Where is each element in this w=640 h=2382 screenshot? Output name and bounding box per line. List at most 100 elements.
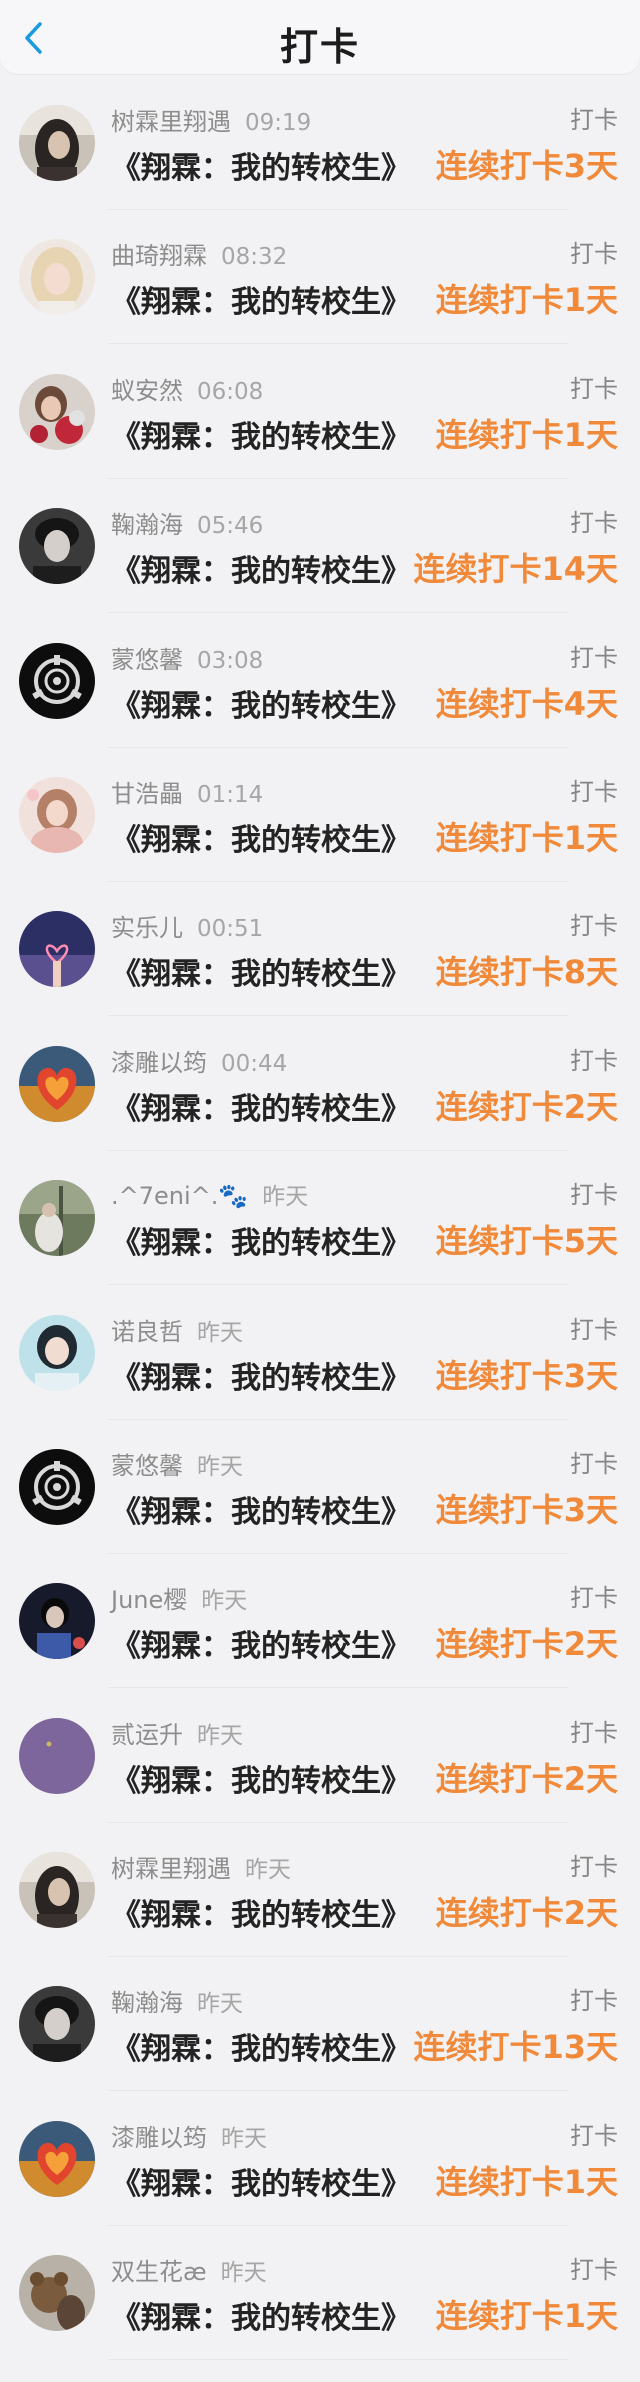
streak-label: 连续打卡13天 (413, 2028, 618, 2067)
user-name[interactable]: 贰运升 (111, 1721, 183, 1749)
book-title[interactable]: 《翔霖：我的转校生》 (111, 277, 411, 321)
checkin-time: 03:08 (197, 647, 264, 674)
avatar[interactable] (19, 1986, 95, 2063)
avatar[interactable] (19, 911, 95, 988)
user-name[interactable]: 实乐儿 (111, 914, 183, 942)
user-name[interactable]: 鞠瀚海 (111, 1989, 183, 2017)
divider (108, 2224, 568, 2226)
list-item[interactable]: 双生花æ 昨天 打卡 《翔霖：我的转校生》 连续打卡1天 (0, 2247, 640, 2381)
user-name[interactable]: 蚁安然 (111, 377, 183, 405)
avatar[interactable] (19, 642, 95, 719)
list-item[interactable]: 鞠瀚海 05:46 打卡 《翔霖：我的转校生》 连续打卡14天 (0, 500, 640, 634)
divider (108, 2090, 568, 2092)
list-item[interactable]: 树霖里翔遇 昨天 打卡 《翔霖：我的转校生》 连续打卡2天 (0, 1844, 640, 1978)
avatar[interactable] (19, 105, 95, 181)
book-title[interactable]: 《翔霖：我的转校生》 (111, 1756, 411, 1800)
list-item[interactable]: 贰运升 昨天 打卡 《翔霖：我的转校生》 连续打卡2天 (0, 1710, 640, 1844)
checkin-time: 昨天 (197, 1722, 243, 1749)
book-title[interactable]: 《翔霖：我的转校生》 (111, 2293, 411, 2337)
list-item[interactable]: 诺良哲 昨天 打卡 《翔霖：我的转校生》 连续打卡3天 (0, 1307, 640, 1441)
checkin-time: 00:44 (221, 1050, 288, 1077)
user-name[interactable]: 蒙悠馨 (111, 1452, 183, 1480)
avatar[interactable] (19, 1852, 95, 1929)
user-meta: .^7eni^.🐾 昨天 (111, 1177, 308, 1211)
streak-label: 连续打卡1天 (435, 415, 618, 454)
user-name[interactable]: 树霖里翔遇 (111, 1855, 231, 1883)
list-item[interactable]: 蚁安然 06:08 打卡 《翔霖：我的转校生》 连续打卡1天 (0, 366, 640, 500)
user-name[interactable]: 树霖里翔遇 (111, 108, 231, 136)
list-item[interactable]: 鞠瀚海 昨天 打卡 《翔霖：我的转校生》 连续打卡13天 (0, 1978, 640, 2112)
list-item[interactable]: 实乐儿 00:51 打卡 《翔霖：我的转校生》 连续打卡8天 (0, 903, 640, 1037)
book-title[interactable]: 《翔霖：我的转校生》 (111, 815, 411, 859)
user-name[interactable]: 诺良哲 (111, 1318, 183, 1346)
user-meta: 鞠瀚海 05:46 (111, 505, 263, 540)
user-meta: 蚁安然 06:08 (111, 371, 263, 406)
plain-purple-avatar-image (19, 1717, 95, 1794)
book-title[interactable]: 《翔霖：我的转校生》 (111, 1890, 411, 1934)
avatar[interactable] (19, 776, 95, 853)
list-item[interactable]: 曲琦翔霖 08:32 打卡 《翔霖：我的转校生》 连续打卡1天 (0, 231, 640, 365)
checkin-tag: 打卡 (570, 643, 618, 672)
book-title[interactable]: 《翔霖：我的转校生》 (111, 143, 411, 187)
book-title[interactable]: 《翔霖：我的转校生》 (111, 546, 411, 590)
avatar[interactable] (19, 1314, 95, 1391)
list-item[interactable]: 蒙悠馨 昨天 打卡 《翔霖：我的转校生》 连续打卡3天 (0, 1441, 640, 1575)
user-meta: 甘浩畾 01:14 (111, 774, 263, 809)
book-title[interactable]: 《翔霖：我的转校生》 (111, 412, 411, 456)
avatar[interactable] (19, 1717, 95, 1794)
user-meta: 贰运升 昨天 (111, 1715, 243, 1750)
avatar[interactable] (19, 239, 95, 316)
avatar[interactable] (19, 373, 95, 450)
user-meta: 漆雕以筠 00:44 (111, 1043, 287, 1078)
user-name[interactable]: .^7eni^.🐾 (111, 1182, 248, 1210)
list-item[interactable]: 漆雕以筠 00:44 打卡 《翔霖：我的转校生》 连续打卡2天 (0, 1038, 640, 1172)
streak-label: 连续打卡3天 (435, 1356, 618, 1395)
list-item[interactable]: 蒙悠馨 03:08 打卡 《翔霖：我的转校生》 连续打卡4天 (0, 635, 640, 769)
checkin-tag: 打卡 (570, 106, 618, 134)
list-item[interactable]: 漆雕以筠 昨天 打卡 《翔霖：我的转校生》 连续打卡1天 (0, 2113, 640, 2247)
divider (108, 1015, 568, 1017)
book-title[interactable]: 《翔霖：我的转校生》 (111, 2024, 411, 2068)
list-item[interactable]: 甘浩畾 01:14 打卡 《翔霖：我的转校生》 连续打卡1天 (0, 769, 640, 903)
user-name[interactable]: 漆雕以筠 (111, 1049, 207, 1077)
avatar[interactable] (19, 508, 95, 585)
book-title[interactable]: 《翔霖：我的转校生》 (111, 1218, 411, 1262)
avatar[interactable] (19, 1448, 95, 1525)
book-title[interactable]: 《翔霖：我的转校生》 (111, 1621, 411, 1665)
checkin-tag: 打卡 (570, 1181, 618, 1210)
checkin-tag: 打卡 (570, 1987, 618, 2016)
avatar[interactable] (19, 1045, 95, 1122)
checkin-time: 00:51 (197, 916, 264, 943)
list-item[interactable]: June樱 昨天 打卡 《翔霖：我的转校生》 连续打卡2天 (0, 1575, 640, 1709)
back-button[interactable] (14, 18, 54, 58)
user-name[interactable]: 甘浩畾 (111, 780, 183, 808)
avatar[interactable] (19, 1583, 95, 1660)
user-name[interactable]: 鞠瀚海 (111, 511, 183, 539)
checkin-time: 08:32 (221, 244, 288, 271)
divider (108, 1821, 568, 1823)
list-item[interactable]: 树霖里翔遇 09:19 打卡 《翔霖：我的转校生》 连续打卡3天 (0, 97, 640, 231)
list-item[interactable]: .^7eni^.🐾 昨天 打卡《翔霖：我的转校生》 连续打卡5天 (0, 1172, 640, 1306)
streak-label: 连续打卡5天 (435, 1222, 618, 1261)
checkin-time: 昨天 (262, 1184, 309, 1211)
book-title[interactable]: 《翔霖：我的转校生》 (111, 1353, 411, 1397)
avatar[interactable] (19, 1180, 95, 1257)
book-title[interactable]: 《翔霖：我的转校生》 (111, 681, 411, 725)
checkin-tag: 打卡 (570, 2121, 618, 2150)
user-name[interactable]: 漆雕以筠 (111, 2124, 207, 2152)
user-name[interactable]: 蒙悠馨 (111, 646, 183, 674)
book-title[interactable]: 《翔霖：我的转校生》 (111, 2159, 411, 2203)
avatar[interactable] (19, 2255, 95, 2332)
book-title[interactable]: 《翔霖：我的转校生》 (111, 1487, 411, 1531)
user-name[interactable]: 曲琦翔霖 (111, 242, 207, 270)
checkin-tag: 打卡 (570, 1449, 618, 1478)
checkin-tag: 打卡 (570, 1853, 618, 1882)
book-title[interactable]: 《翔霖：我的转校生》 (111, 1084, 411, 1128)
avatar[interactable] (19, 2120, 95, 2197)
book-title[interactable]: 《翔霖：我的转校生》 (111, 949, 411, 993)
user-name[interactable]: June樱 (111, 1586, 187, 1614)
checkin-list: 树霖里翔遇 09:19 打卡 《翔霖：我的转校生》 连续打卡3天 曲琦翔霖 08:32 打卡《… (0, 97, 640, 2382)
user-name[interactable]: 双生花æ (111, 2258, 207, 2286)
checkin-tag: 打卡 (570, 1584, 618, 1613)
heart-art-avatar-image (19, 1045, 95, 1122)
